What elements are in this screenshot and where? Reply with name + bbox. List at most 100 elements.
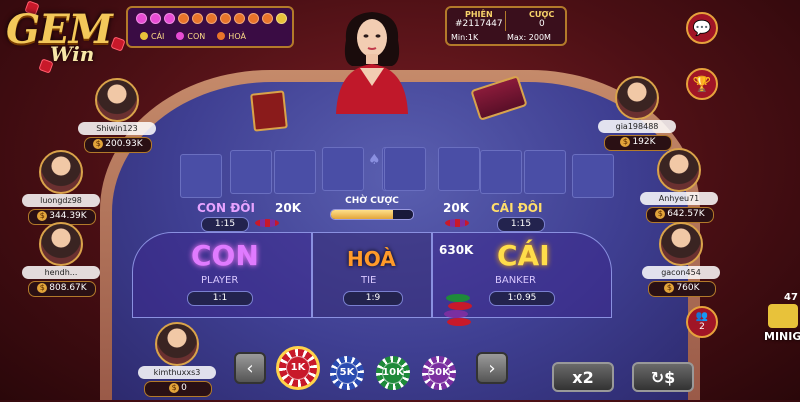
online-players-button[interactable]: 👥 2 <box>686 306 718 338</box>
bet-label: CƯỢC <box>529 10 555 19</box>
chip-stack <box>255 219 279 227</box>
online-count: 2 <box>699 322 705 332</box>
player-seat-5[interactable]: gia198488 $192K <box>598 76 678 156</box>
users-icon: 👥 <box>695 311 709 322</box>
trophy-icon: 🏆 <box>692 75 712 93</box>
card-slot <box>180 154 222 198</box>
cai-sub: BANKER <box>495 275 537 286</box>
player-seat-3[interactable]: hendh... $808.67K <box>22 222 102 302</box>
history-dot <box>276 13 287 24</box>
logo-sub: Win <box>50 42 95 66</box>
player-balance: $760K <box>648 281 716 297</box>
legend-hoa: HOÀ <box>217 32 246 41</box>
legend-cai: CÁI <box>140 32 164 41</box>
card-slot <box>480 150 522 194</box>
legend-con: CON <box>176 32 205 41</box>
min-bet: Min:1K <box>451 33 479 42</box>
player-balance: $808.67K <box>28 281 96 297</box>
chip-1k[interactable]: 1K <box>276 346 320 390</box>
timer-bar <box>330 209 414 220</box>
player-name: kimthuxxs3 <box>138 366 216 379</box>
history-dot <box>178 13 189 24</box>
player-seat-self[interactable]: kimthuxxs3 $0 <box>138 322 218 402</box>
avatar <box>39 150 83 194</box>
history-road-panel[interactable]: CÁI CON HOÀ <box>126 6 294 48</box>
player-balance: $0 <box>144 381 212 397</box>
player-name: gacon454 <box>642 266 720 279</box>
hoa-label: HOÀ <box>347 247 396 271</box>
history-legend: CÁI CON HOÀ <box>140 32 246 41</box>
dealer <box>322 6 422 114</box>
avatar <box>659 222 703 266</box>
session-value: #2117447 <box>455 19 503 29</box>
session-info-panel: PHIÊN #2117447 CƯỢC 0 Min:1K Max: 200M <box>445 6 567 46</box>
cai-label: CÁI <box>497 239 550 272</box>
minigame-label: MINIG <box>764 330 800 343</box>
betting-status: CHỜ CƯỢC <box>330 196 414 220</box>
avatar <box>95 78 139 122</box>
history-dot <box>234 13 245 24</box>
player-seat-2[interactable]: luongdz98 $344.39K <box>22 150 102 230</box>
cai-amount: 630K <box>439 243 474 257</box>
card-slot <box>384 147 426 191</box>
player-seat-7[interactable]: gacon454 $760K <box>642 222 722 302</box>
con-doi-amount: 20K <box>275 201 301 215</box>
history-dots <box>136 13 287 24</box>
timer-fill <box>331 210 393 219</box>
player-name: Shiwin123 <box>78 122 156 135</box>
cai-doi-ratio: 1:15 <box>497 217 545 232</box>
con-doi-ratio: 1:15 <box>201 217 249 232</box>
chip-stack <box>445 219 469 227</box>
status-text: CHỜ CƯỢC <box>345 196 399 206</box>
player-name: gia198488 <box>598 120 676 133</box>
minigame-count: 47 <box>784 292 798 303</box>
bet-cai-doi[interactable]: 20K CÁI ĐÔI 1:15 <box>436 198 578 232</box>
session-label: PHIÊN <box>465 10 493 19</box>
hoa-ratio: 1:9 <box>343 291 403 306</box>
rebet-button[interactable]: ↻$ <box>632 362 694 392</box>
card-slot <box>322 147 364 191</box>
chip-face: 1K <box>285 355 311 381</box>
con-doi-label: CON ĐÔI <box>197 201 255 215</box>
max-bet: Max: 200M <box>507 33 551 42</box>
player-name: luongdz98 <box>22 194 100 207</box>
history-dot <box>248 13 259 24</box>
player-seat-1[interactable]: Shiwin123 $200.93K <box>78 78 158 158</box>
con-ratio: 1:1 <box>187 291 253 306</box>
chevron-left-icon[interactable]: ‹ <box>234 352 266 384</box>
gemwin-logo: GEM Win <box>0 0 126 80</box>
bet-value: 0 <box>539 19 545 29</box>
card-deck-icon <box>250 90 288 132</box>
history-dot <box>164 13 175 24</box>
bet-con-doi[interactable]: CON ĐÔI 20K 1:15 <box>170 198 312 232</box>
history-dot <box>136 13 147 24</box>
history-dot <box>150 13 161 24</box>
avatar <box>39 222 83 266</box>
double-bet-button[interactable]: x2 <box>552 362 614 392</box>
con-sub: PLAYER <box>201 275 239 286</box>
card-slot <box>572 154 614 198</box>
chip-10k[interactable]: 10K <box>376 356 410 390</box>
chat-button[interactable]: 💬 <box>686 12 718 44</box>
minigame-icon <box>768 304 798 328</box>
chat-icon: 💬 <box>692 19 712 37</box>
chevron-right-icon[interactable]: › <box>476 352 508 384</box>
spade-icon: ♠ <box>368 152 381 168</box>
chip-50k[interactable]: 50K <box>422 356 456 390</box>
chip-face: 10K <box>381 361 405 385</box>
minigame-button[interactable]: 47 MINIG <box>762 292 800 352</box>
card-slot <box>438 147 480 191</box>
chip-face: 5K <box>335 361 359 385</box>
cai-doi-label: CÁI ĐÔI <box>491 201 543 215</box>
chip-5k[interactable]: 5K <box>330 356 364 390</box>
card-slot <box>230 150 272 194</box>
player-seat-6[interactable]: Anhyeu71 $642.57K <box>640 148 720 228</box>
history-dot <box>192 13 203 24</box>
card-slot <box>274 150 316 194</box>
leaderboard-button[interactable]: 🏆 <box>686 68 718 100</box>
bet-con-player[interactable]: CON PLAYER 1:1 <box>132 232 312 318</box>
bet-hoa-tie[interactable]: HOÀ TIE 1:9 <box>312 232 432 318</box>
player-name: hendh... <box>22 266 100 279</box>
hoa-sub: TIE <box>361 275 377 286</box>
chip-pile <box>444 294 472 328</box>
